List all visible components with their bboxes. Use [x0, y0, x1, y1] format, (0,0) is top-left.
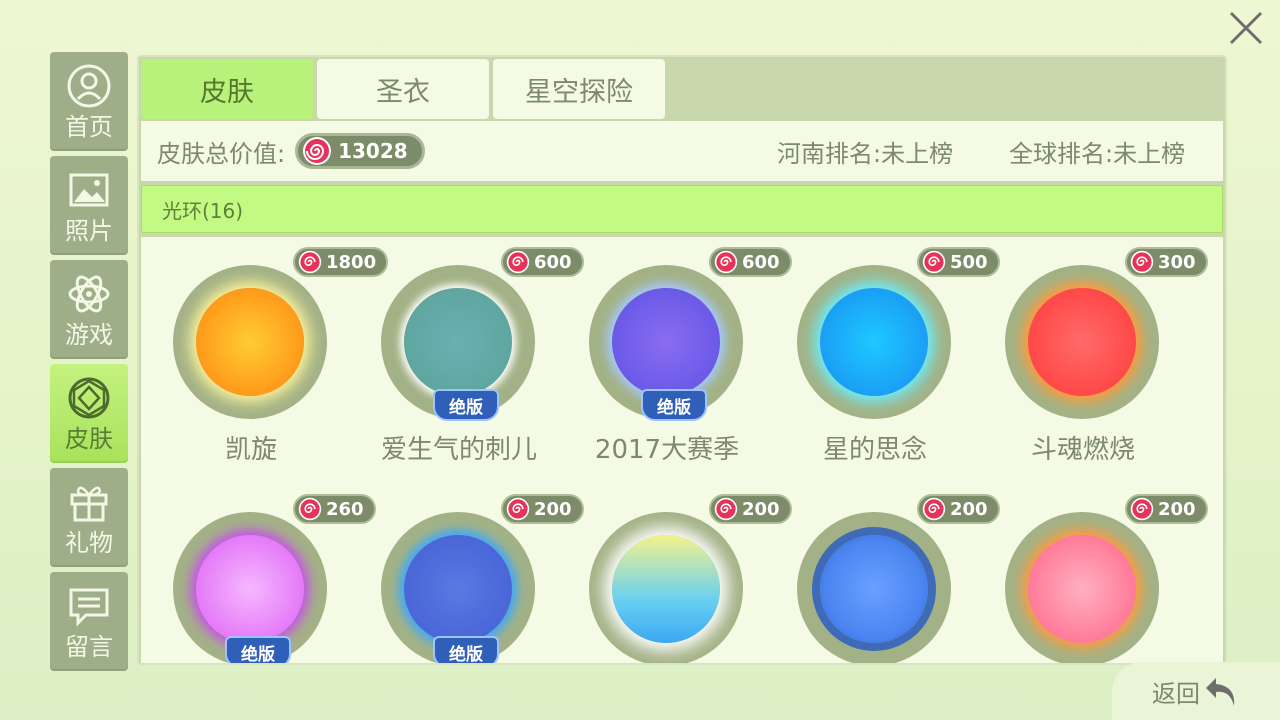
- back-button[interactable]: 返回: [1112, 662, 1280, 720]
- tab-bar: 皮肤 圣衣 星空探险: [141, 59, 669, 119]
- halo-image: [820, 535, 928, 643]
- halo-frame: [797, 265, 951, 419]
- candy-icon: [1130, 250, 1154, 274]
- henan-rank: 河南排名:未上榜: [777, 139, 954, 168]
- halo-image: [612, 288, 720, 396]
- halo-image: [1028, 535, 1136, 643]
- message-icon: [69, 588, 109, 627]
- skins-panel: 皮肤 圣衣 星空探险 皮肤总价值: 13028 河南排名:未上榜 全球排名:未上…: [137, 55, 1227, 665]
- candy-icon: [298, 250, 322, 274]
- halo-image: [1028, 288, 1136, 396]
- tab-skins[interactable]: 皮肤: [141, 59, 313, 119]
- price-badge: 200: [1125, 494, 1208, 524]
- candy-icon: [922, 250, 946, 274]
- total-value-badge: 13028: [295, 133, 425, 169]
- skin-item[interactable]: 1800 凯旋: [141, 237, 389, 467]
- price-value: 200: [1158, 498, 1196, 520]
- skin-item[interactable]: 200: [557, 484, 792, 663]
- skin-name: 凯旋: [224, 435, 277, 465]
- global-rank: 全球排名:未上榜: [1009, 139, 1186, 168]
- candy-icon: [1130, 497, 1154, 521]
- sidebar-item-games[interactable]: 游戏: [50, 260, 128, 359]
- limited-edition-badge: 绝版: [225, 636, 291, 663]
- tab-star-adventure[interactable]: 星空探险: [493, 59, 665, 119]
- limited-edition-badge: 绝版: [433, 636, 499, 663]
- back-label: 返回: [1152, 679, 1200, 708]
- skin-item[interactable]: 200 绝版: [349, 484, 584, 663]
- sidebar-nav: 首页 照片 游戏 皮肤 礼物 留言: [50, 52, 128, 676]
- candy-icon: [303, 137, 332, 165]
- sidebar-item-photos[interactable]: 照片: [50, 156, 128, 255]
- total-value-label: 皮肤总价值:: [157, 139, 286, 168]
- skin-item[interactable]: 600 绝版 2017大赛季: [557, 237, 792, 467]
- gem-icon: [68, 377, 110, 418]
- skin-item[interactable]: 500 星的思念: [765, 237, 1000, 467]
- sidebar-item-home[interactable]: 首页: [50, 52, 128, 151]
- sidebar-item-messages[interactable]: 留言: [50, 572, 128, 671]
- sidebar-item-label: 游戏: [65, 320, 113, 349]
- skin-summary-bar: 皮肤总价值: 13028 河南排名:未上榜 全球排名:未上榜: [141, 121, 1223, 181]
- halo-frame: [589, 512, 743, 663]
- skin-item[interactable]: 200: [973, 484, 1208, 663]
- halo-image: [404, 535, 512, 643]
- limited-edition-badge: 绝版: [433, 389, 499, 421]
- skin-name: 2017大赛季: [594, 435, 740, 465]
- sidebar-item-gifts[interactable]: 礼物: [50, 468, 128, 567]
- halo-image: [820, 288, 928, 396]
- gift-icon: [70, 486, 108, 521]
- sidebar-item-label: 照片: [65, 216, 113, 245]
- tab-holy-armor[interactable]: 圣衣: [317, 59, 489, 119]
- skin-name: 斗魂燃烧: [1030, 435, 1135, 465]
- photo-icon: [69, 173, 109, 206]
- price-badge: 300: [1125, 247, 1208, 277]
- halo-frame: [1005, 512, 1159, 663]
- limited-edition-badge: 绝版: [641, 389, 707, 421]
- halo-frame: [173, 265, 327, 419]
- halo-image: [404, 288, 512, 396]
- total-value: 13028: [338, 139, 408, 163]
- sidebar-item-label: 首页: [65, 112, 113, 141]
- halo-image: [196, 535, 304, 643]
- category-header[interactable]: 光环(16): [141, 185, 1223, 233]
- candy-icon: [298, 497, 322, 521]
- close-button[interactable]: [1226, 8, 1266, 48]
- skin-item[interactable]: 300 斗魂燃烧: [973, 237, 1208, 467]
- skin-name: 星的思念: [822, 435, 927, 465]
- halo-frame: [797, 512, 951, 663]
- price-value: 300: [1158, 251, 1196, 273]
- close-icon: [1229, 11, 1263, 45]
- category-label: 光环(16): [162, 198, 244, 223]
- candy-icon: [506, 250, 530, 274]
- skin-item[interactable]: 200: [765, 484, 1000, 663]
- candy-icon: [714, 497, 738, 521]
- halo-image: [612, 535, 720, 643]
- back-arrow-icon: [1206, 678, 1235, 706]
- candy-icon: [922, 497, 946, 521]
- skin-item[interactable]: 260 绝版: [141, 484, 376, 663]
- skin-grid: 1800 凯旋 600 绝版 爱生气的刺儿 600 绝版 2017大赛季 500…: [141, 237, 1223, 663]
- halo-frame: [1005, 265, 1159, 419]
- candy-icon: [714, 250, 738, 274]
- candy-icon: [506, 497, 530, 521]
- sidebar-item-skins[interactable]: 皮肤: [50, 364, 128, 463]
- user-icon: [67, 64, 111, 107]
- sidebar-item-label: 皮肤: [65, 424, 113, 453]
- halo-image: [196, 288, 304, 396]
- skin-item[interactable]: 600 绝版 爱生气的刺儿: [349, 237, 584, 467]
- sidebar-item-label: 礼物: [65, 528, 113, 557]
- atom-icon: [68, 275, 110, 312]
- sidebar-item-label: 留言: [65, 632, 113, 661]
- skin-name: 爱生气的刺儿: [380, 435, 537, 465]
